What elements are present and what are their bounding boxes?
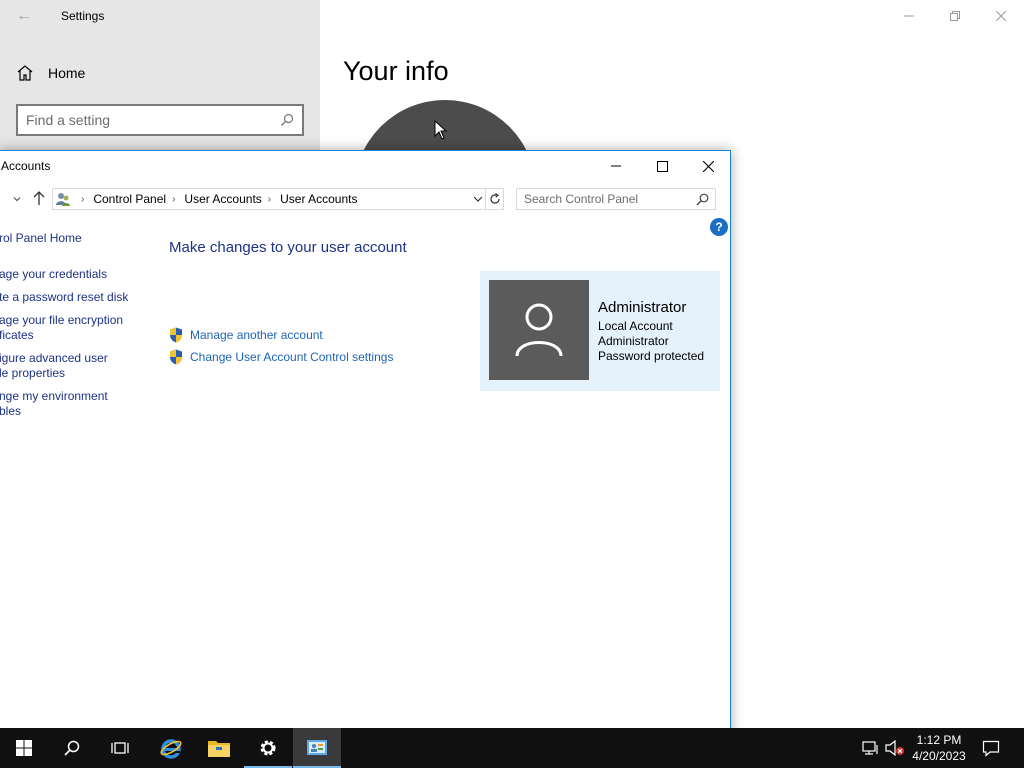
help-icon[interactable]: ? [710, 218, 728, 236]
manage-credentials-link[interactable]: age your credentials [0, 267, 107, 282]
network-icon[interactable] [861, 738, 881, 758]
task-label: Change User Account Control settings [190, 350, 394, 364]
up-arrow-icon[interactable] [32, 190, 46, 206]
shield-icon [170, 327, 182, 343]
advanced-user-profile-link[interactable]: igure advanced user le properties [0, 351, 108, 381]
file-encryption-certificates-link[interactable]: age your file encryption ficates [0, 313, 123, 343]
breadcrumb-user-accounts[interactable]: User Accounts [184, 192, 261, 206]
password-reset-disk-link[interactable]: te a password reset disk [0, 290, 128, 305]
link-text: te a password reset disk [0, 290, 129, 304]
refresh-icon[interactable] [485, 189, 503, 209]
settings-home-link[interactable]: Home [16, 60, 85, 86]
link-text: ficates [0, 328, 34, 342]
link-text: igure advanced user [0, 351, 108, 365]
search-icon[interactable] [696, 193, 709, 206]
link-text: nge my environment [0, 389, 108, 403]
link-text: age your credentials [0, 267, 108, 281]
mouse-cursor-icon [434, 120, 448, 140]
home-icon [17, 65, 33, 81]
settings-gear-icon[interactable] [244, 728, 292, 768]
window-title: Accounts [1, 159, 51, 173]
account-password-status: Password protected [598, 349, 705, 363]
windows-start-icon[interactable] [0, 728, 48, 768]
search-icon[interactable] [48, 728, 96, 768]
breadcrumb-separator-icon: › [81, 193, 85, 205]
restore-icon[interactable] [932, 0, 978, 32]
address-bar[interactable]: › Control Panel › User Accounts › User A… [52, 188, 504, 210]
clock-time: 1:12 PM [916, 733, 962, 747]
breadcrumb-separator-icon: › [172, 193, 176, 205]
file-explorer-icon[interactable] [195, 728, 243, 768]
control-panel-icon[interactable] [293, 728, 341, 768]
environment-variables-link[interactable]: nge my environment bles [0, 389, 108, 419]
volume-muted-icon[interactable] [885, 738, 905, 758]
search-control-panel-input[interactable]: Search Control Panel [516, 188, 716, 210]
search-placeholder: Search Control Panel [524, 192, 639, 206]
internet-explorer-icon[interactable] [147, 728, 195, 768]
link-text: bles [0, 404, 22, 418]
section-heading: Make changes to your user account [169, 239, 407, 256]
task-view-icon[interactable] [96, 728, 144, 768]
system-clock[interactable]: 1:12 PM 4/20/2023 [906, 732, 972, 764]
uac-settings-link[interactable]: Change User Account Control settings [169, 349, 393, 365]
close-icon[interactable] [685, 151, 731, 181]
back-arrow-icon[interactable]: ← [12, 4, 36, 28]
user-accounts-window: Accounts › Control Panel › User Accounts… [0, 150, 731, 742]
home-label: Home [48, 65, 86, 81]
recent-locations-dropdown-icon[interactable] [11, 193, 23, 205]
account-group: Administrator [598, 334, 669, 348]
title-bar[interactable]: Accounts [0, 151, 730, 181]
maximize-icon[interactable] [639, 151, 685, 181]
link-text: rol Panel Home [0, 231, 82, 245]
manage-another-account-link[interactable]: Manage another account [169, 327, 323, 343]
search-icon [281, 113, 294, 126]
account-picture [489, 280, 589, 380]
account-card: Administrator Local Account Administrato… [480, 271, 720, 391]
settings-search-box[interactable]: Find a setting [16, 104, 304, 136]
clock-date: 4/20/2023 [912, 749, 966, 763]
taskbar: 1:12 PM 4/20/2023 [0, 728, 1024, 768]
page-title: Your info [343, 56, 449, 86]
account-type: Local Account [598, 319, 673, 333]
settings-search-input[interactable]: Find a setting [26, 112, 280, 128]
shield-icon [170, 349, 182, 365]
breadcrumb-separator-icon: › [267, 193, 272, 205]
settings-title: Settings [61, 9, 105, 23]
control-panel-home-link[interactable]: rol Panel Home [0, 231, 82, 246]
notification-icon[interactable] [981, 738, 1001, 758]
close-icon[interactable] [978, 0, 1024, 32]
breadcrumb-user-accounts-current[interactable]: User Accounts [280, 192, 357, 206]
chevron-down-icon[interactable] [473, 194, 483, 204]
navigation-bar: › Control Panel › User Accounts › User A… [0, 185, 730, 213]
user-accounts-icon [56, 193, 70, 206]
link-text: le properties [0, 366, 66, 380]
account-name: Administrator [598, 299, 687, 316]
breadcrumb-control-panel[interactable]: Control Panel [93, 192, 166, 206]
link-text: age your file encryption [0, 313, 124, 327]
minimize-icon[interactable] [886, 0, 932, 32]
task-label: Manage another account [190, 328, 323, 342]
user-silhouette-icon [515, 303, 563, 357]
minimize-icon[interactable] [593, 151, 639, 181]
